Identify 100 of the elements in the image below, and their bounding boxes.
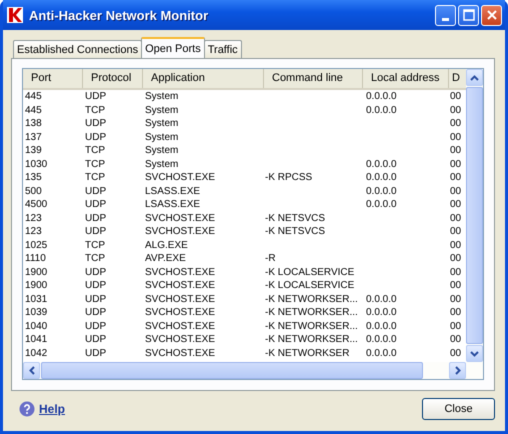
table-cell: SVCHOST.EXE (145, 280, 216, 291)
scroll-right-button[interactable] (449, 362, 466, 379)
maximize-button[interactable] (458, 4, 479, 26)
table-cell: SVCHOST.EXE (145, 212, 216, 224)
table-cell: 00 (450, 226, 462, 237)
table-cell: 445 (25, 91, 42, 102)
table-cell: TCP (85, 253, 105, 264)
minimize-icon (442, 18, 449, 20)
table-cell: SVCHOST.EXE (145, 334, 216, 345)
table-cell: 0.0.0.0 (366, 307, 397, 318)
table-cell: 1030 (25, 158, 48, 170)
table-cell: 0.0.0.0 (366, 158, 397, 170)
table-cell: -K NETWORKSER (265, 348, 350, 358)
table-cell: SVCHOST.EXE (145, 320, 216, 332)
horizontal-scrollbar[interactable] (23, 362, 483, 379)
table-cell: SVCHOST.EXE (145, 294, 216, 304)
table-cell: TCP (85, 172, 105, 183)
window-title: Anti-Hacker Network Monitor (29, 8, 210, 22)
table-cell: 00 (450, 253, 462, 264)
close-icon (486, 9, 498, 21)
table-cell: 00 (450, 320, 462, 332)
table-cell: UDP (85, 212, 106, 224)
table-cell: SVCHOST.EXE (145, 307, 216, 318)
table-cell: 1039 (25, 307, 48, 318)
table-cell: 139 (25, 145, 42, 156)
minimize-button[interactable] (435, 4, 456, 26)
table-cell: UDP (85, 199, 106, 210)
table-cell: 445 (25, 104, 42, 116)
column-header[interactable]: Local address (363, 69, 449, 88)
tab[interactable]: Open Ports (141, 37, 205, 58)
app-icon (7, 7, 23, 23)
table-cell: 00 (450, 266, 462, 278)
table-cell: 0.0.0.0 (366, 91, 397, 102)
column-header[interactable]: Protocol (83, 69, 143, 88)
table-cell: 137 (25, 132, 42, 142)
table-cell: 4500 (25, 199, 48, 210)
table-cell: System (145, 145, 178, 156)
column-header[interactable]: D (449, 69, 466, 88)
table-cell: -K NETSVCS (265, 212, 326, 224)
close-button[interactable] (481, 4, 502, 26)
table-cell: TCP (85, 145, 105, 156)
column-header[interactable]: Application (143, 69, 264, 88)
table-cell: System (145, 132, 178, 142)
scroll-down-button[interactable] (466, 345, 483, 362)
table-cell: LSASS.EXE (145, 199, 200, 210)
table-cell: UDP (85, 266, 106, 278)
table-cell: 1040 (25, 320, 48, 332)
table-cell: System (145, 158, 178, 170)
table-cell: UDP (85, 334, 106, 345)
table-cell: UDP (85, 132, 106, 142)
table-cell: -K NETWORKSER... (265, 307, 358, 318)
table-cell: 0.0.0.0 (366, 334, 397, 345)
table-cell: 00 (450, 104, 462, 116)
table-cell: 00 (450, 172, 462, 183)
table-cell: UDP (85, 186, 106, 196)
table-cell: 00 (450, 280, 462, 291)
table-cell: 123 (25, 212, 42, 224)
table-cell: 00 (450, 199, 462, 210)
column-header[interactable]: Command line (264, 69, 363, 88)
table-cell: SVCHOST.EXE (145, 348, 216, 358)
table-cell: TCP (85, 158, 105, 170)
table-cell: 1900 (25, 280, 48, 291)
table-cell: TCP (85, 104, 105, 116)
help-link[interactable]: Help (39, 402, 66, 416)
table-cell: UDP (85, 91, 106, 102)
table-cell: 00 (450, 334, 462, 345)
table-cell: -K NETSVCS (265, 226, 326, 237)
table-cell: 00 (450, 158, 462, 170)
table-cell: 00 (450, 145, 462, 156)
table-cell: UDP (85, 307, 106, 318)
table-cell: UDP (85, 348, 106, 358)
table-cell: 1031 (25, 294, 48, 304)
table-cell: 00 (450, 294, 462, 304)
table-cell: -K NETWORKSER... (265, 294, 358, 304)
table-cell: 00 (450, 307, 462, 318)
table-cell: 00 (450, 132, 462, 142)
table-cell: UDP (85, 320, 106, 332)
table-cell: 123 (25, 226, 42, 237)
table-cell: 00 (450, 186, 462, 196)
table-cell: -K NETWORKSER... (265, 334, 358, 345)
scroll-up-button[interactable] (466, 69, 483, 86)
scroll-left-button[interactable] (23, 362, 40, 379)
table-cell: 1110 (25, 253, 46, 264)
table-cell: 500 (25, 186, 42, 196)
close-button[interactable]: Close (422, 398, 495, 420)
tab[interactable]: Traffic (204, 40, 242, 58)
table-cell: -K LOCALSERVICE (265, 280, 354, 291)
table-cell: ALG.EXE (145, 240, 188, 250)
table-cell: 0.0.0.0 (366, 172, 397, 183)
table-cell: 00 (450, 212, 462, 224)
scroll-thumb[interactable] (41, 362, 423, 379)
tab[interactable]: Established Connections (13, 40, 142, 58)
column-header[interactable]: Port (23, 69, 83, 88)
table-cell: 0.0.0.0 (366, 320, 397, 332)
table-cell: 135 (25, 172, 42, 183)
table-cell: 00 (450, 118, 462, 129)
table-cell: System (145, 104, 178, 116)
help-icon (19, 401, 35, 417)
table-cell: UDP (85, 294, 106, 304)
table-cell: 0.0.0.0 (366, 294, 397, 304)
